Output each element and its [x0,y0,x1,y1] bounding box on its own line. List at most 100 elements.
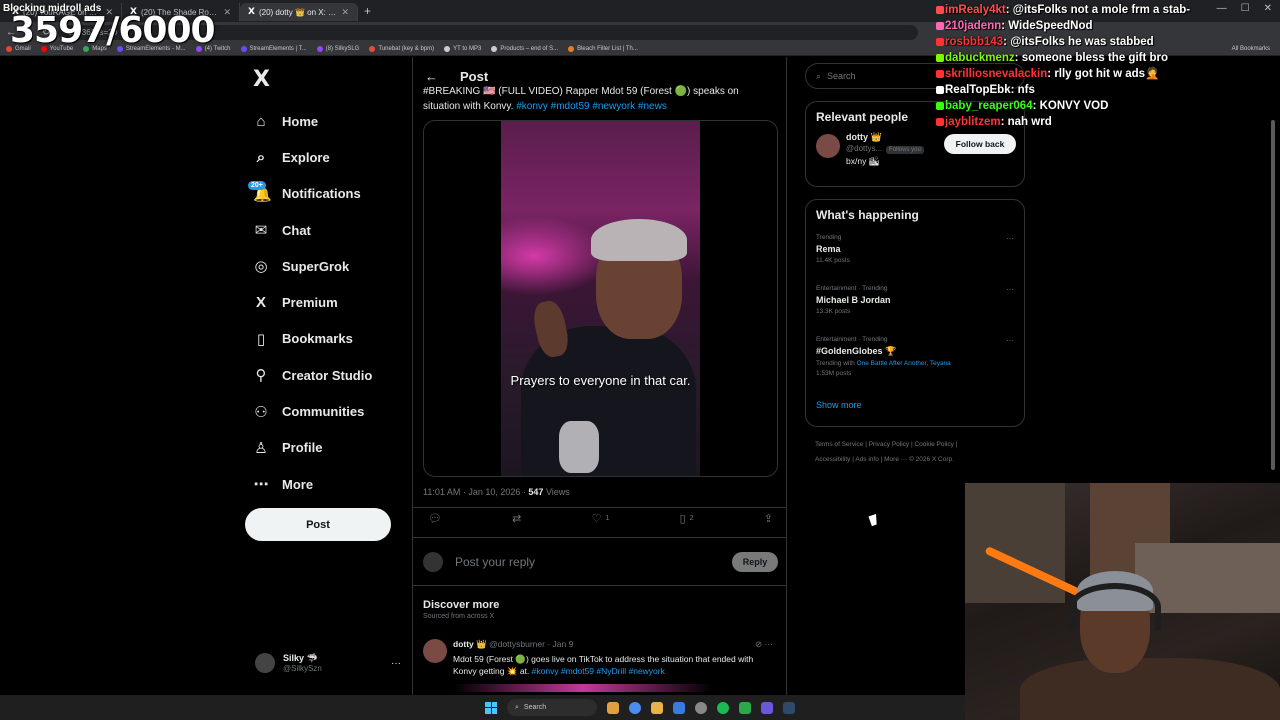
search-placeholder: Search [827,71,856,81]
follows-you-badge: Follows you [886,146,924,154]
video-player[interactable] [501,121,700,476]
person-bio: bx/ny 🏙 [846,156,880,166]
taskbar-search-label: Search [523,704,547,711]
x-logo-icon[interactable]: X [253,67,270,92]
app-icon[interactable] [739,701,751,714]
bookmark-item[interactable]: Products – end of S... [491,45,558,52]
sidebar-item-creator-studio[interactable]: ⚲ Creator Studio [253,357,373,393]
taskbar-search[interactable]: ⌕ Search [507,699,597,716]
sidebar-item-label: Profile [282,440,323,456]
search-icon: ⌕ [515,703,519,711]
divider [413,537,786,538]
share-icon[interactable]: ⇪ [764,512,773,525]
bookmark-item[interactable]: YT to MP3 [444,45,481,52]
sidebar-item-chat[interactable]: ✉ Chat [253,212,372,248]
bookmark-icon: ▯ [679,513,686,525]
spotify-icon[interactable] [717,701,729,714]
notification-badge: 20+ [248,180,266,190]
footer-line[interactable]: Terms of Service | Privacy Policy | Cook… [815,437,1015,452]
sidebar-item-bookmarks[interactable]: ▯ Bookmarks [253,321,372,357]
scrollbar[interactable] [1271,120,1275,470]
discover-post-name[interactable]: dotty 👑 [453,639,487,649]
reply-input[interactable]: Post your reply [455,555,720,569]
trend-count: 13.3K posts [816,308,851,315]
more-icon: ⋯ [253,476,269,494]
sidebar-item-notifications[interactable]: 🔔 Notifications 20+ [248,176,372,212]
store-icon[interactable] [673,701,685,714]
steam-icon[interactable] [783,701,795,714]
divider [413,507,786,508]
more-options-icon[interactable]: ⊘ ··· [755,639,773,650]
avatar[interactable] [816,134,840,158]
sidebar-item-label: Creator Studio [282,367,373,383]
chat-username: jayblitzem [945,116,1001,128]
follow-back-button[interactable]: Follow back [944,134,1016,154]
account-handle: @SilkySzn [283,664,322,673]
sidebar-item-profile[interactable]: ♙ Profile [253,430,372,466]
bookmark-count: 2 [689,515,694,522]
file-explorer-icon[interactable] [651,701,663,714]
tab-title: (20) dotty 👑 on X: "#BREA [258,7,338,17]
show-more-link[interactable]: Show more [806,390,1024,422]
relevant-person[interactable]: dotty 👑 @dottys... Follows you bx/ny 🏙 Fo… [806,124,1024,170]
obs-icon[interactable] [695,701,707,714]
person-name[interactable]: dotty 👑 [846,132,882,143]
browser-tab-active[interactable]: X(20) dotty 👑 on X: "#BREA✕ [240,3,358,21]
post-button[interactable]: Post [245,508,391,541]
chat-text: : WideSpeedNod [1001,20,1093,32]
bookmark-item[interactable]: Bleach Filler List | Th... [568,45,638,52]
reply-button[interactable]: Reply [732,552,778,572]
bookmark-item[interactable]: (8) SilkySLG [316,45,359,52]
sidebar-item-premium[interactable]: X Premium [253,284,372,320]
discover-post-media[interactable] [453,684,713,692]
avatar[interactable] [423,639,447,663]
sidebar-item-more[interactable]: ⋯ More [253,466,372,502]
bookmark-item[interactable]: Tunebat (key & bpm) [369,45,434,52]
close-tab-icon[interactable]: ✕ [341,7,349,18]
trend-item[interactable]: Trending Rema 11.4K posts ··· [806,228,1024,279]
post-hashtags[interactable]: #konvy #mdot59 #newyork #news [516,101,667,112]
discord-icon[interactable] [761,701,773,714]
post-media[interactable]: Prayers to everyone in that car. [423,120,778,477]
main-column: ← Post #BREAKING 🇺🇸 (FULL VIDEO) Rapper … [412,57,787,695]
back-arrow-icon[interactable]: ← [425,69,438,84]
close-tab-icon[interactable]: ✕ [223,7,231,18]
post-text: #BREAKING 🇺🇸 (FULL VIDEO) Rapper Mdot 59… [423,84,773,114]
reply-icon[interactable]: 💬︎ [428,512,442,525]
bookmark-favicon-icon [316,45,323,52]
bookmark-button[interactable]: ▯ 2 [680,512,694,525]
trending-with-links[interactable]: One Battle After Another, Teyana [857,360,951,367]
creator-studio-icon: ⚲ [255,367,267,385]
trend-item[interactable]: Entertainment · Trending #GoldenGlobes 🏆… [806,330,1024,390]
sidebar-item-supergrok[interactable]: ◎ SuperGrok [253,248,372,284]
footer-line[interactable]: Accessibility | Ads info | More ··· © 20… [815,452,1015,467]
sidebar-item-communities[interactable]: ⚇ Communities [253,393,372,429]
post-time: 11:01 AM · Jan 10, 2026 · [423,487,529,497]
sidebar-item-home[interactable]: ⌂ Home [253,103,372,139]
search-icon: ⌕ [816,70,822,81]
video-person-cap [591,219,687,261]
chat-username: imRealy4kt [945,4,1006,16]
trend-item[interactable]: Entertainment · Trending Michael B Jorda… [806,279,1024,330]
windows-start-icon[interactable] [485,701,497,714]
discover-post-hashtags[interactable]: #konvy #mdot59 #NyDrill #newyork [532,666,665,676]
new-tab-button[interactable]: + [358,4,377,18]
webcam-person-body [1020,658,1280,720]
more-options-icon[interactable]: ··· [1006,285,1014,294]
bookmark-item[interactable]: StreamElements | T... [240,45,307,52]
bookmarks-icon: ▯ [256,330,266,348]
account-switcher[interactable]: Silky 🦈 @SilkySzn ··· [255,653,401,673]
widgets-icon[interactable] [607,701,619,714]
more-options-icon[interactable]: ··· [1006,234,1014,243]
chat-message: 210jadenn: WideSpeedNod [936,18,1280,34]
repost-icon[interactable]: ⇄ [512,512,521,525]
whats-happening-card: What's happening Trending Rema 11.4K pos… [805,199,1025,427]
trend-name: Rema [816,244,841,254]
like-button[interactable]: ♡ 1 [592,512,610,525]
more-options-icon[interactable]: ··· [1006,336,1014,345]
trend-context: Entertainment · Trending [816,285,888,292]
sidebar-item-explore[interactable]: ⌕ Explore [253,139,372,175]
post-meta: 11:01 AM · Jan 10, 2026 · 547 Views [423,487,570,497]
chrome-icon[interactable] [629,701,641,714]
more-options-icon[interactable]: ··· [391,658,401,669]
